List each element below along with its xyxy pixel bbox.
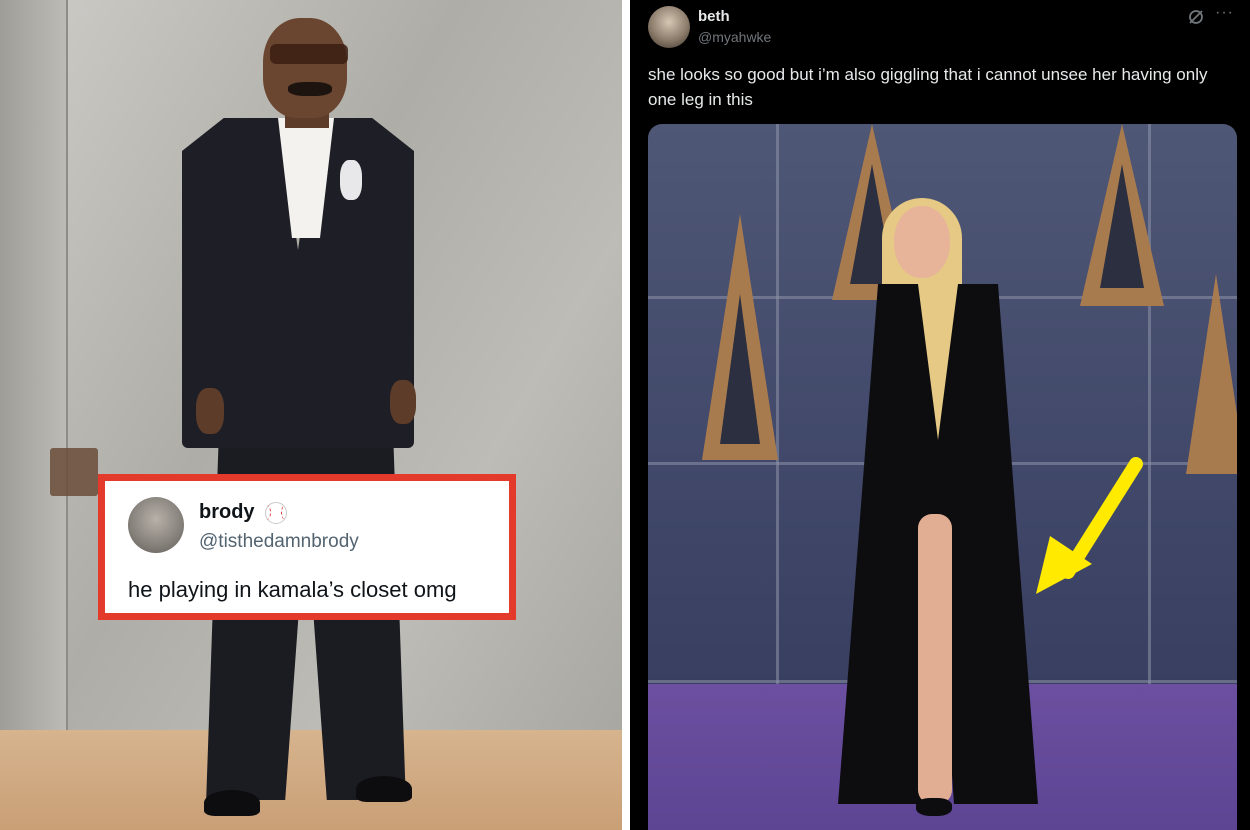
- avatar[interactable]: [648, 6, 690, 48]
- wall-panel-line: [776, 124, 779, 684]
- visible-leg: [918, 514, 952, 804]
- post-text: she looks so good but i’m also giggling …: [648, 65, 1208, 109]
- post-author-name[interactable]: beth: [698, 8, 730, 25]
- panel-divider: [622, 0, 630, 830]
- face: [894, 206, 950, 278]
- right-shoe: [356, 776, 412, 802]
- embedded-tweet-card[interactable]: brody @tisthedamnbrody he playing in kam…: [98, 474, 516, 620]
- x-post: beth @myahwke ··· she looks so good but …: [630, 0, 1250, 830]
- black-heel: [916, 798, 952, 816]
- yellow-arrow-icon: [1036, 457, 1143, 594]
- left-hand: [196, 388, 224, 434]
- mustache: [288, 82, 332, 96]
- more-options-icon[interactable]: ···: [1215, 4, 1234, 22]
- man-in-suit-photo: [0, 0, 622, 830]
- tweet-author-name[interactable]: brody: [199, 501, 255, 524]
- tweet-text: he playing in kamala’s closet omg: [128, 577, 457, 602]
- head: [263, 18, 347, 118]
- left-shoe: [204, 790, 260, 816]
- right-hand: [390, 380, 416, 424]
- lapel-brooch: [340, 160, 362, 200]
- tweet-author-handle[interactable]: @tisthedamnbrody: [199, 531, 359, 553]
- sunglasses: [270, 44, 348, 64]
- baseball-icon: [265, 502, 287, 524]
- trophy-decoration: [1186, 274, 1237, 474]
- left-photo-panel: brody @tisthedamnbrody he playing in kam…: [0, 0, 622, 830]
- avatar[interactable]: [128, 497, 184, 553]
- post-media-photo[interactable]: [648, 124, 1237, 830]
- post-author-handle[interactable]: @myahwke: [698, 29, 771, 45]
- grok-icon[interactable]: [1187, 8, 1205, 26]
